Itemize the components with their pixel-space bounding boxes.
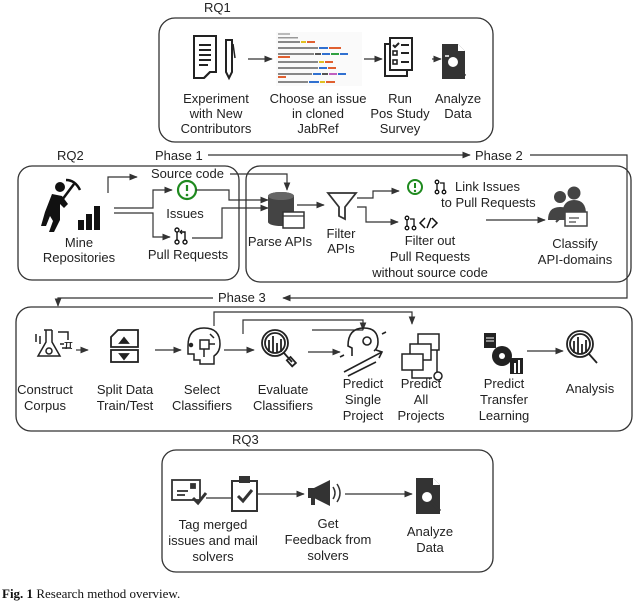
step-label: Predict Single Project: [343, 376, 384, 423]
step-label: Select Classifiers: [172, 382, 232, 413]
clipboard-check-icon: [231, 476, 258, 512]
split-data-icon: [110, 329, 139, 363]
step-label: Analysis: [566, 381, 615, 396]
link-pull-request-icon: [434, 179, 447, 195]
step-label: Mine Repositories: [43, 235, 116, 265]
parse-apis-label: Parse APIs: [248, 234, 313, 249]
step-label: Construct Corpus: [17, 382, 73, 413]
users-mail-icon: [548, 186, 588, 227]
ai-head-icon: [187, 327, 221, 365]
step-label: Get Feedback from solvers: [285, 516, 372, 563]
step-label: Predict Transfer Learning: [479, 376, 530, 423]
link-issues-label: Link Issues to Pull Requests: [441, 179, 536, 210]
phase3-title: Phase 3: [218, 290, 266, 305]
pull-requests-label: Pull Requests: [148, 247, 229, 262]
step-label: Predict All Projects: [398, 376, 445, 423]
step-label: Run Pos Study Survey: [370, 91, 430, 136]
issues-label: Issues: [166, 206, 204, 221]
chart-magnifier-icon: [566, 330, 598, 364]
mail-check-icon: [171, 479, 208, 506]
filter-pull-request-icon: [404, 215, 417, 231]
figure-caption: Fig. 1 Research method overview.: [2, 586, 180, 602]
step-label: Choose an issue in cloned JabRef: [270, 91, 367, 136]
step-label: Analyze Data: [407, 524, 453, 555]
docs-gear-chart-icon: [484, 333, 523, 374]
classify-label: Classify API-domains: [538, 236, 613, 267]
windows-gear-icon: [401, 333, 443, 381]
step-label: Analyze Data: [435, 91, 481, 121]
link-issue-icon: [407, 179, 423, 195]
funnel-icon: [326, 192, 358, 221]
source-code-label: Source code: [151, 166, 224, 181]
rq3-title: RQ3: [232, 432, 259, 447]
document-pen-icon: [193, 35, 236, 81]
analyze-document-icon: [442, 44, 467, 79]
phase2-title: Phase 2: [475, 148, 523, 163]
filter-out-label: Filter out Pull Requests without source co…: [371, 233, 488, 280]
step-label: Evaluate Classifiers: [253, 382, 313, 413]
filter-apis-label: Filter APIs: [327, 226, 357, 256]
head-gear-arrow-icon: [339, 327, 387, 377]
step-label: Experiment with New Contributors: [181, 91, 252, 136]
step-label: Tag merged issues and mail solvers: [168, 517, 258, 564]
rq1-title: RQ1: [204, 0, 231, 15]
research-method-diagram: RQ1 Experiment with New Contributors Choos…: [15, 0, 633, 573]
megaphone-icon: [308, 480, 341, 506]
database-window-icon: [268, 192, 305, 229]
miner-icon: [41, 178, 100, 232]
pi-symbol: π: [64, 337, 73, 352]
phase1-title: Phase 1: [155, 148, 203, 163]
rq2-title: RQ2: [57, 148, 84, 163]
issue-icon: [176, 179, 198, 201]
chart-magnifier-icon: [261, 329, 298, 368]
checklist-icon: [384, 37, 413, 77]
analyze-document-icon: [416, 478, 442, 514]
code-icon: [418, 217, 439, 229]
step-label: Split Data Train/Test: [97, 382, 154, 413]
issue-list-screenshot: [276, 32, 362, 86]
pull-request-icon: [174, 227, 188, 245]
